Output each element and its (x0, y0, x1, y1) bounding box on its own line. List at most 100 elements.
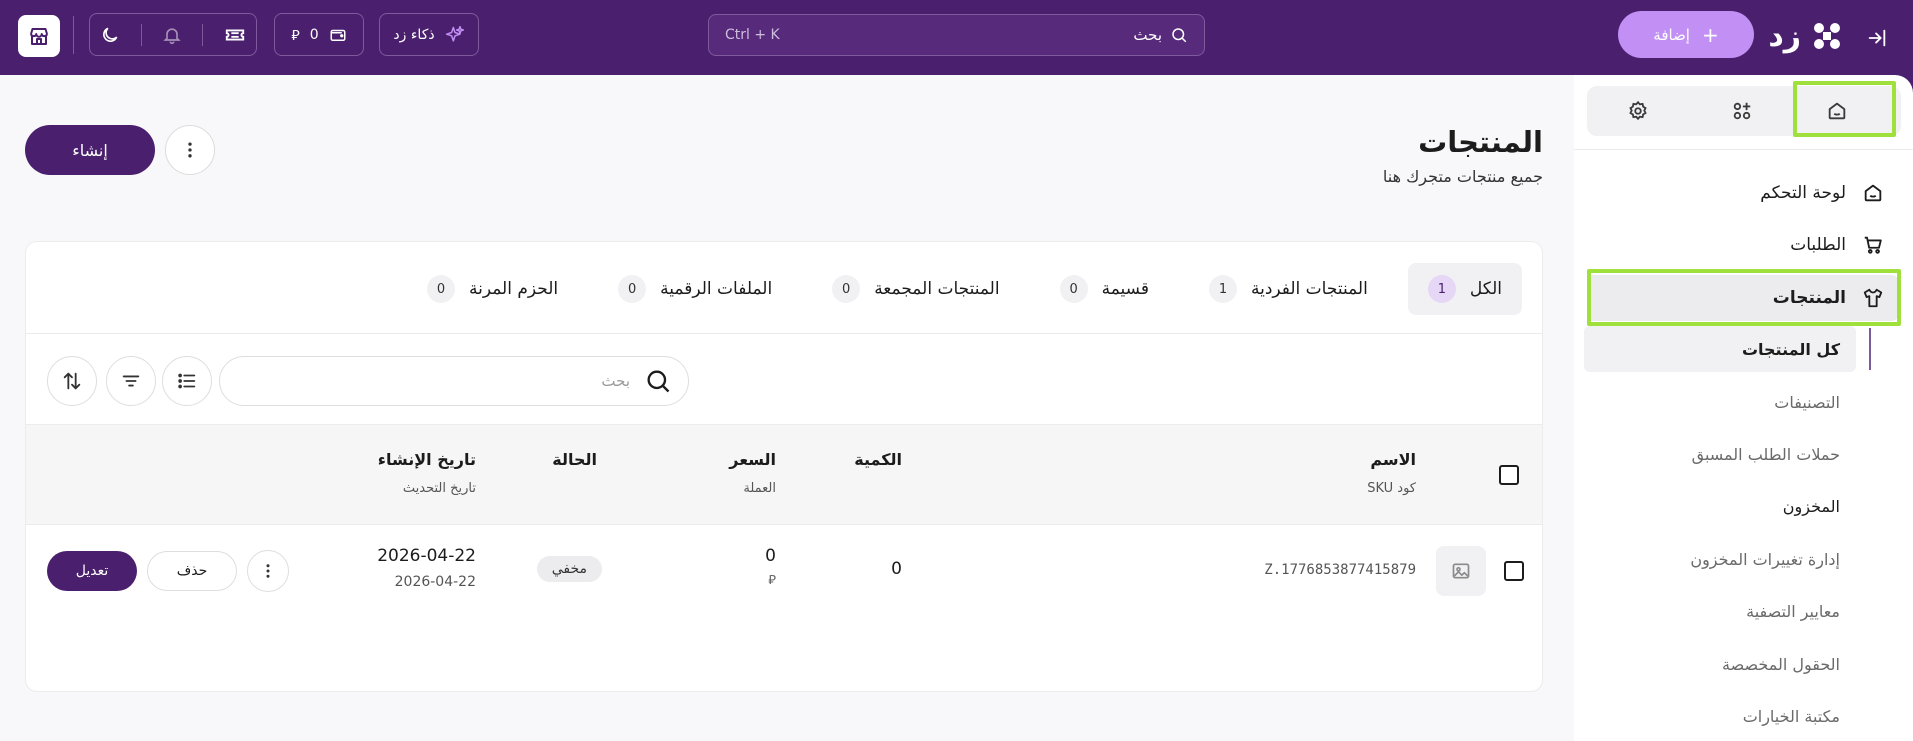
column-status[interactable]: الحالة (552, 450, 597, 469)
filter-button[interactable] (106, 356, 156, 406)
column-currency: العملة (743, 481, 776, 496)
sidebar-subitem-custom-fields[interactable]: الحقول المخصصة (1584, 641, 1856, 687)
sidebar-subitem-label: كل المنتجات (1741, 339, 1840, 359)
table-search[interactable] (219, 356, 689, 406)
product-created-date: 2026-04-22 (377, 546, 476, 566)
add-button[interactable]: + إضافة (1618, 11, 1754, 58)
notifications-button[interactable] (162, 25, 182, 45)
store-icon (30, 28, 48, 45)
sidebar-subitem-label: التصنيفات (1774, 392, 1840, 412)
sidebar-item-orders[interactable]: الطلبات (1587, 222, 1898, 268)
product-quantity: 0 (891, 559, 902, 579)
table-search-input[interactable] (250, 372, 630, 390)
delete-button[interactable]: حذف (147, 551, 237, 591)
tab-label: الحزم المرنة (469, 279, 559, 299)
sidebar-subitem-label: حملات الطلب المسبق (1691, 444, 1840, 464)
row-more-button[interactable] (247, 550, 289, 592)
sidebar-item-dashboard[interactable]: لوحة التحكم (1587, 170, 1898, 216)
search-icon (647, 370, 670, 393)
page-title: المنتجات (1418, 125, 1543, 159)
plus-icon: + (1701, 22, 1719, 47)
tab-count-badge: 0 (427, 275, 455, 303)
more-vertical-icon (266, 564, 270, 578)
tab-digital-files[interactable]: الملفات الرقمية 0 (598, 263, 792, 315)
zid-ai-button[interactable]: ذكاء زد (379, 13, 479, 56)
riyal-symbol: ⃁ (291, 27, 300, 44)
column-created[interactable]: تاريخ الإنشاء (378, 450, 476, 469)
brand-name: زد (1768, 18, 1801, 54)
sidebar-item-label: المنتجات (1772, 288, 1846, 308)
wallet-button[interactable]: 0 ⃁ (274, 13, 364, 56)
tab-label: المنتجات المجمعة (874, 279, 1000, 299)
wallet-amount: 0 (309, 26, 319, 43)
wallet-icon (330, 29, 346, 41)
tab-single-products[interactable]: المنتجات الفردية 1 (1189, 263, 1388, 315)
global-search[interactable]: بحث Ctrl + K (708, 14, 1205, 56)
sidebar-subitem-options-library[interactable]: مكتبة الخيارات (1584, 693, 1856, 739)
tab-label: المنتجات الفردية (1250, 279, 1368, 299)
table-row[interactable]: Z.1776853877415879 0 0 ⃁ مخفي 2026-04-22… (26, 525, 1542, 618)
tab-count-badge: 1 (1208, 275, 1237, 303)
collapse-sidebar-button[interactable] (1861, 22, 1893, 54)
page-more-button[interactable] (165, 125, 215, 175)
search-icon (1172, 28, 1187, 43)
filter-icon (122, 375, 140, 387)
sidebar-subitem-label: الحقول المخصصة (1722, 654, 1840, 674)
ticket-button[interactable] (224, 24, 246, 46)
apps-add-icon (1733, 102, 1751, 120)
sidebar-subitem-categories[interactable]: التصنيفات (1584, 379, 1856, 425)
tab-count-badge: 0 (1059, 275, 1088, 303)
sidebar-item-products[interactable]: المنتجات (1587, 275, 1898, 321)
theme-toggle-button[interactable] (100, 25, 120, 45)
sidebar-subitem-label: مكتبة الخيارات (1742, 706, 1840, 726)
utility-divider (140, 23, 142, 46)
sidebar-subitem-filters[interactable]: معايير التصفية (1584, 588, 1856, 634)
tab-count-badge: 0 (618, 275, 647, 303)
utility-divider (202, 23, 204, 46)
zid-ai-label: ذكاء زد (393, 26, 435, 43)
sort-button[interactable] (47, 356, 97, 406)
sidebar-tab-settings[interactable] (1588, 86, 1688, 136)
topbar-divider (73, 16, 74, 54)
sidebar-divider (1574, 149, 1913, 150)
more-vertical-icon (188, 142, 192, 158)
sidebar-subitem-label: المخزون (1782, 496, 1840, 516)
utility-group (89, 13, 257, 56)
home-icon (1828, 102, 1846, 120)
cart-icon (1864, 236, 1882, 254)
row-checkbox[interactable] (1504, 561, 1524, 581)
create-product-button[interactable]: إنشاء (25, 125, 155, 175)
moon-icon (103, 27, 118, 42)
column-updated: تاريخ التحديث (402, 481, 476, 496)
column-quantity[interactable]: الكمية (854, 450, 902, 469)
sidebar-subitem-all-products[interactable]: كل المنتجات (1584, 326, 1856, 372)
sparkles-icon (445, 25, 464, 42)
sidebar-subitem-preorder[interactable]: حملات الطلب المسبق (1584, 431, 1856, 477)
sidebar-subgroup-inventory[interactable]: المخزون (1584, 483, 1856, 529)
select-all-checkbox[interactable] (1499, 465, 1519, 485)
tab-bundled-products[interactable]: المنتجات المجمعة 0 (812, 263, 1019, 315)
store-button[interactable] (18, 15, 60, 57)
edit-button[interactable]: تعديل (47, 551, 137, 591)
sidebar-subitem-inventory-changes[interactable]: إدارة تغييرات المخزون (1584, 536, 1856, 582)
tab-all[interactable]: الكل 1 (1407, 263, 1522, 315)
tab-voucher[interactable]: قسيمة 0 (1040, 263, 1169, 315)
add-button-label: إضافة (1653, 25, 1690, 44)
sidebar-subitem-label: إدارة تغييرات المخزون (1690, 549, 1840, 569)
sidebar-item-label: الطلبات (1790, 235, 1846, 255)
search-shortcut-hint: Ctrl + K (725, 27, 780, 43)
tab-flexible-bundles[interactable]: الحزم المرنة 0 (407, 263, 578, 315)
sidebar: لوحة التحكم الطلبات المنتجات كل المنتجات… (1574, 75, 1913, 741)
tab-count-badge: 1 (1427, 275, 1456, 303)
sidebar-tab-apps[interactable] (1692, 86, 1792, 136)
tab-label: قسيمة (1101, 279, 1149, 299)
status-badge: مخفي (536, 556, 602, 582)
page-subtitle: جميع منتجات متجرك هنا (1382, 167, 1543, 186)
sidebar-tab-home[interactable] (1787, 86, 1887, 136)
list-icon (178, 373, 196, 389)
list-view-button[interactable] (162, 356, 212, 406)
zid-logo[interactable]: زد (1768, 14, 1845, 58)
table-header: الاسم كود SKU الكمية السعر العملة الحالة… (26, 424, 1542, 525)
column-price[interactable]: السعر (729, 450, 776, 469)
column-name[interactable]: الاسم (1370, 450, 1416, 469)
